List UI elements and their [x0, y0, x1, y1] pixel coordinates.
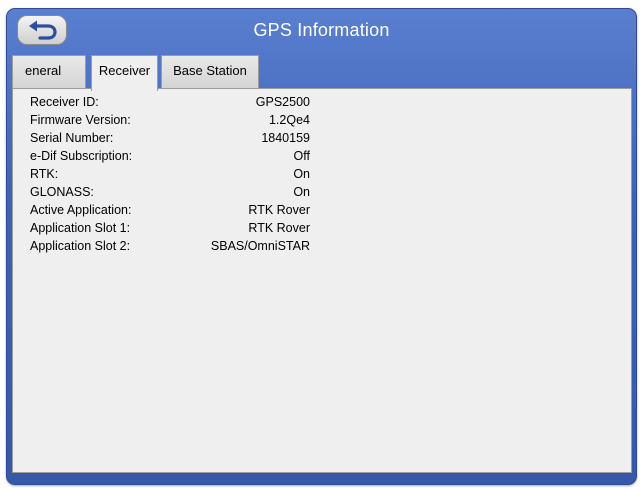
info-value: On — [293, 185, 310, 199]
tab-general[interactable]: eneral — [12, 55, 86, 89]
info-value: RTK Rover — [248, 203, 310, 217]
info-row-glonass: GLONASS: On — [30, 185, 310, 203]
info-row-application-slot-2: Application Slot 2: SBAS/OmniSTAR — [30, 239, 310, 257]
info-row-application-slot-1: Application Slot 1: RTK Rover — [30, 221, 310, 239]
info-row-active-application: Active Application: RTK Rover — [30, 203, 310, 221]
info-value: RTK Rover — [248, 221, 310, 235]
info-row-receiver-id: Receiver ID: GPS2500 — [30, 95, 310, 113]
info-value: 1840159 — [261, 131, 310, 145]
info-value: On — [293, 167, 310, 181]
info-value: SBAS/OmniSTAR — [210, 239, 310, 253]
info-value: GPS2500 — [255, 95, 310, 109]
info-row-rtk: RTK: On — [30, 167, 310, 185]
info-label: GLONASS: — [30, 185, 94, 199]
info-value: Off — [293, 149, 310, 163]
info-row-firmware-version: Firmware Version: 1.2Qe4 — [30, 113, 310, 131]
receiver-info-panel: Receiver ID: GPS2500 Firmware Version: 1… — [12, 88, 632, 473]
info-row-serial-number: Serial Number: 1840159 — [30, 131, 310, 149]
info-label: e-Dif Subscription: — [30, 149, 133, 163]
gps-information-window: GPS Information eneral Receiver Base Sta… — [6, 8, 637, 485]
window-title: GPS Information — [253, 20, 390, 40]
tab-base-station[interactable]: Base Station — [161, 55, 259, 89]
tab-receiver[interactable]: Receiver — [91, 55, 158, 91]
info-label: Receiver ID: — [30, 95, 99, 109]
info-label: Application Slot 2: — [30, 239, 131, 253]
info-value: 1.2Qe4 — [268, 113, 310, 127]
info-label: RTK: — [30, 167, 59, 181]
title-bar: GPS Information — [7, 9, 636, 51]
info-label: Application Slot 1: — [30, 221, 131, 235]
info-label: Active Application: — [30, 203, 132, 217]
info-label: Serial Number: — [30, 131, 114, 145]
info-row-e-dif-subscription: e-Dif Subscription: Off — [30, 149, 310, 167]
info-label: Firmware Version: — [30, 113, 131, 127]
